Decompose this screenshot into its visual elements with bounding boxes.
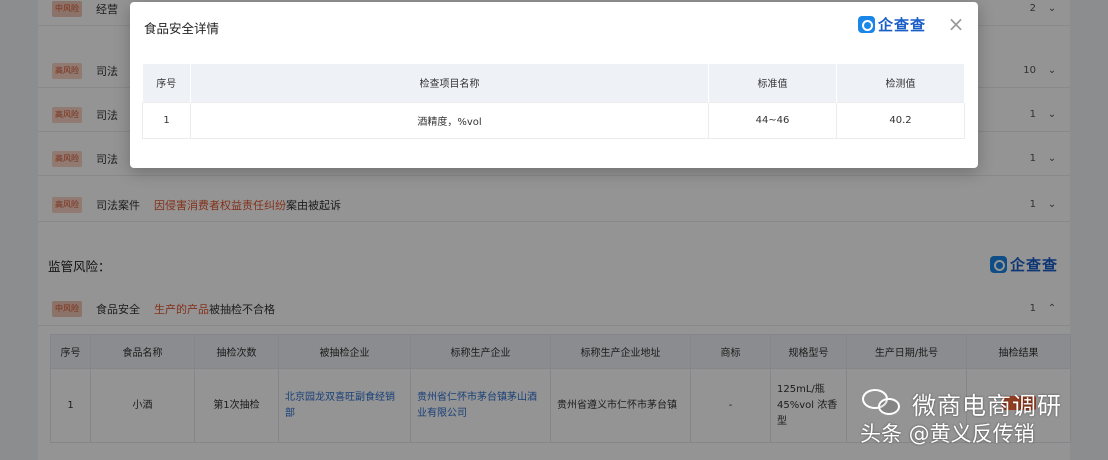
column-header: 检查项目名称	[190, 64, 709, 102]
table-row: 1 酒精度，%vol 44~46 40.2	[142, 101, 965, 139]
food-safety-detail-modal: 食品安全详情 企查查 × 序号 检查项目名称 标准值 检测值 1 酒精度，%vo…	[130, 2, 978, 168]
logo-text: 企查查	[878, 16, 927, 34]
column-header: 标准值	[708, 64, 837, 102]
table-cell: 40.2	[836, 101, 965, 139]
table-header-row: 序号 检查项目名称 标准值 检测值	[142, 64, 965, 102]
column-header: 序号	[142, 64, 191, 102]
watermark-line2: 头条 @黄义反传销	[860, 422, 1035, 446]
detail-table: 序号 检查项目名称 标准值 检测值 1 酒精度，%vol 44~46 40.2	[142, 64, 965, 139]
qichacha-logo-icon	[858, 16, 875, 33]
wechat-icon	[862, 388, 906, 419]
table-cell: 酒精度，%vol	[190, 101, 709, 139]
watermark-text: 微商电商调研	[912, 392, 1062, 420]
table-cell: 1	[142, 101, 191, 139]
modal-title: 食品安全详情	[144, 21, 220, 36]
table-cell: 44~46	[708, 101, 837, 139]
watermark-line1: 微商电商调研	[862, 386, 1062, 421]
column-header: 检测值	[836, 64, 965, 102]
close-icon[interactable]: ×	[946, 14, 966, 34]
qichacha-logo: 企查查	[858, 14, 926, 35]
